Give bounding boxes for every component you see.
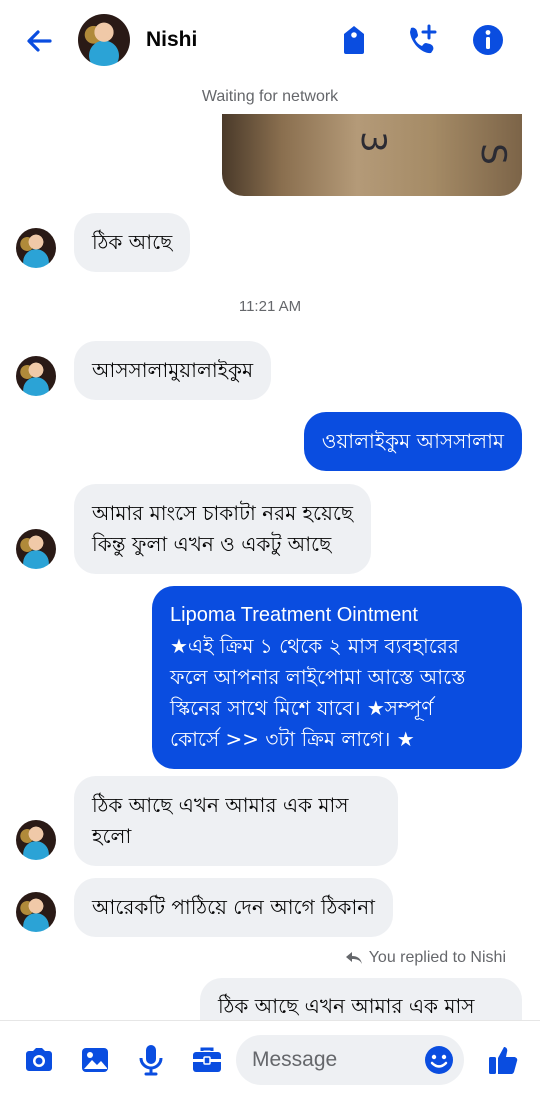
incoming-message[interactable]: আরেকটি পাঠিয়ে দেন আগে ঠিকানা (74, 878, 393, 937)
like-icon[interactable] (486, 1043, 520, 1077)
message-text: ঠিক আছে এখন আমার এক মাস (92, 793, 349, 817)
message-composer (0, 1020, 540, 1096)
video-call-add-icon[interactable] (404, 22, 440, 58)
image-icon[interactable] (78, 1043, 112, 1077)
contact-avatar[interactable] (78, 14, 130, 66)
message-text: ঠিক আছে (92, 230, 173, 254)
contact-avatar-small[interactable] (16, 228, 56, 268)
contact-avatar-small[interactable] (16, 356, 56, 396)
timestamp: 11:21 AM (238, 298, 302, 315)
briefcase-icon[interactable] (190, 1043, 224, 1077)
message-text: ★এই ক্রিম ১ থেকে ২ মাস ব্যবহারের (170, 634, 459, 658)
network-status: Waiting for network (201, 88, 339, 105)
message-text: ফলে আপনার লাইপোমা আস্তে আস্তে (170, 665, 466, 689)
emoji-icon[interactable] (424, 1045, 454, 1075)
contact-avatar-small[interactable] (16, 820, 56, 860)
outgoing-message[interactable]: ওয়ালাইকুম আসসালাম (303, 412, 522, 471)
incoming-message[interactable]: আমার মাংসে চাকাটা নরম হয়েছে কিন্তু ফুলা… (74, 484, 372, 574)
message-text: আরেকটি পাঠিয়ে দেন আগে ঠিকানা (92, 895, 375, 919)
incoming-message[interactable]: ঠিক আছে এখন আমার এক মাস হলো (74, 776, 398, 866)
message-text: Lipoma Treatment Ointment (170, 604, 418, 626)
contact-avatar-small[interactable] (16, 892, 56, 932)
message-text: আসসালামুয়ালাইকুম (92, 358, 254, 382)
message-text: স্কিনের সাথে মিশে যাবে। ★সম্পূর্ণ (170, 696, 434, 720)
contact-name[interactable]: Nishi (146, 28, 197, 52)
incoming-message[interactable]: আসসালামুয়ালাইকুম (74, 341, 272, 400)
message-text: কোর্সে >> ৩টা ক্রিম লাগে। ★ (170, 727, 415, 751)
message-field[interactable] (236, 1035, 464, 1085)
back-arrow-icon[interactable] (22, 24, 56, 58)
chat-header: Nishi (0, 0, 540, 82)
message-text: হলো (92, 824, 132, 848)
contact-avatar-small[interactable] (16, 529, 56, 569)
photo-message[interactable]: 3 S (222, 114, 522, 196)
info-icon[interactable] (470, 22, 506, 58)
microphone-icon[interactable] (134, 1043, 168, 1077)
message-text: ওয়ালাইকুম আসসালাম (321, 429, 504, 453)
tag-icon[interactable] (336, 22, 372, 58)
camera-icon[interactable] (22, 1043, 56, 1077)
reply-indicator: You replied to Nishi (345, 949, 506, 967)
incoming-message[interactable]: ঠিক আছে (74, 213, 191, 272)
message-text: কিন্তু ফুলা এখন ও একটু আছে (92, 532, 332, 556)
photo-handwriting: S (472, 143, 513, 165)
reply-arrow-icon (345, 952, 362, 964)
photo-handwriting: 3 (352, 131, 393, 153)
message-text: ঠিক আছে এখন আমার এক মাস (218, 994, 475, 1018)
message-input[interactable] (252, 1035, 422, 1085)
outgoing-message[interactable]: Lipoma Treatment Ointment ★এই ক্রিম ১ থে… (152, 586, 522, 769)
message-text: আমার মাংসে চাকাটা নরম হয়েছে (92, 501, 354, 525)
reply-label: You replied to Nishi (368, 949, 506, 966)
